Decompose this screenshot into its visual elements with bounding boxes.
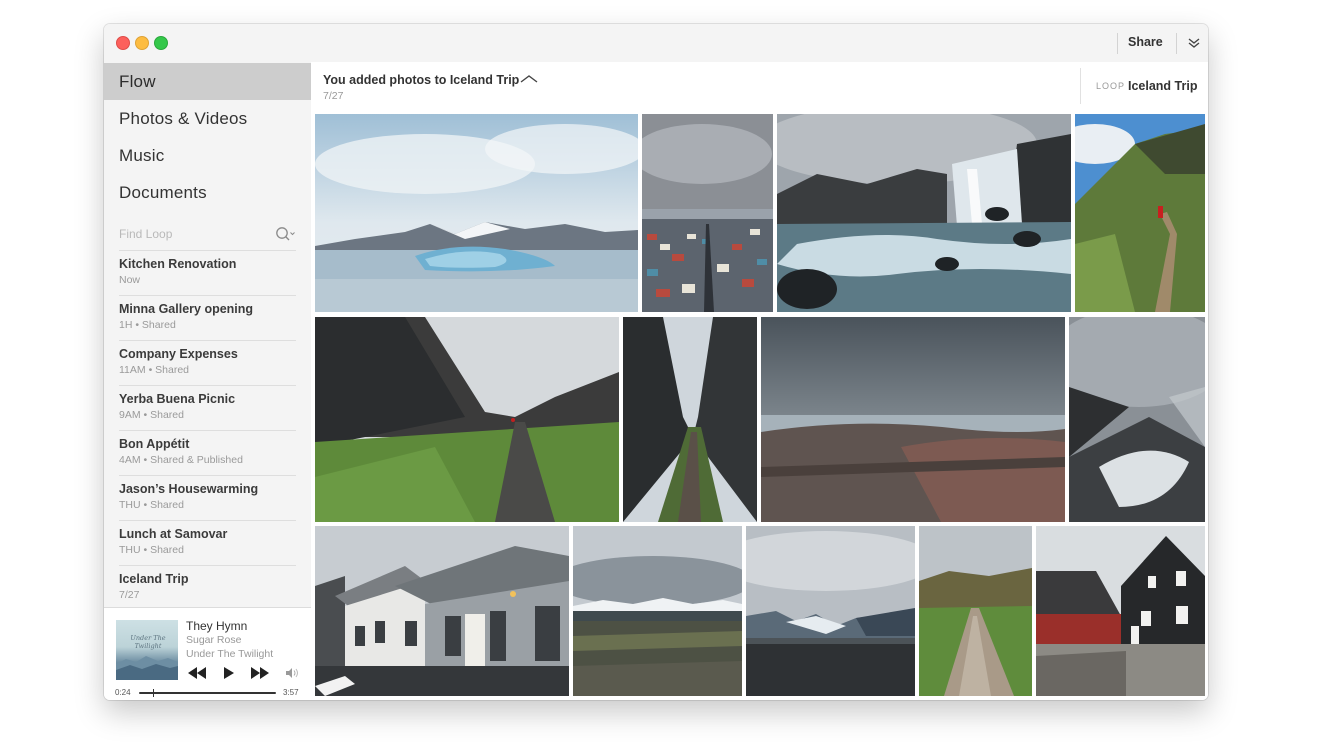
activity-title[interactable]: You added photos to Iceland Trip (323, 73, 519, 87)
loop-item-bon-appetit[interactable]: Bon Appétit 4AM • Shared & Published (119, 431, 296, 476)
window-controls (104, 24, 311, 62)
loop-title: Minna Gallery opening (119, 302, 254, 316)
loop-item-minna-gallery[interactable]: Minna Gallery opening 1H • Shared (119, 296, 296, 341)
loop-meta: 1H • Shared (119, 319, 176, 331)
loop-item-company-expenses[interactable]: Company Expenses 11AM • Shared (119, 341, 296, 386)
search-icon[interactable] (274, 225, 296, 243)
photo-stormy-coast[interactable] (761, 317, 1065, 522)
loop-meta: THU • Shared (119, 499, 184, 511)
play-icon[interactable] (222, 665, 236, 681)
photo-glacier-valley[interactable] (746, 526, 915, 696)
nav-item-documents[interactable]: Documents (104, 174, 311, 211)
nav-item-photos-videos[interactable]: Photos & Videos (104, 100, 311, 137)
loop-title: Kitchen Renovation (119, 257, 237, 271)
close-window-button[interactable] (116, 36, 130, 50)
loop-title: Lunch at Samovar (119, 527, 228, 541)
elapsed-time: 0:24 (115, 688, 131, 697)
photo-reykjavik-city[interactable] (642, 114, 773, 312)
photo-canyon-path[interactable] (315, 317, 619, 522)
photo-gravel-road[interactable] (919, 526, 1032, 696)
chevron-up-icon[interactable] (520, 74, 538, 84)
loop-meta: Now (119, 274, 141, 286)
loop-item-yerba-buena-picnic[interactable]: Yerba Buena Picnic 9AM • Shared (119, 386, 296, 431)
photo-mountain-plain[interactable] (573, 526, 742, 696)
loop-item-lunch-at-samovar[interactable]: Lunch at Samovar THU • Shared (119, 521, 296, 566)
photo-black-house[interactable] (1036, 526, 1205, 696)
total-duration: 3:57 (283, 688, 299, 697)
photo-hiker-trail[interactable] (1075, 114, 1205, 312)
photo-farm-buildings[interactable] (315, 526, 569, 696)
loop-title: Company Expenses (119, 347, 238, 361)
album-art[interactable]: Under The Twilight (116, 620, 178, 680)
toolbar-divider (1176, 33, 1177, 54)
photo-grid (311, 114, 1208, 700)
loop-link[interactable]: LOOP Iceland Trip (1080, 68, 1208, 104)
track-album: Under The Twilight (186, 648, 274, 660)
loop-item-jasons-housewarming[interactable]: Jason’s Housewarming THU • Shared (119, 476, 296, 521)
loop-item-kitchen-renovation[interactable]: Kitchen Renovation Now (119, 251, 296, 296)
toolbar: Share (311, 24, 1208, 63)
photo-misty-cliff[interactable] (1069, 317, 1205, 522)
photo-waterfall-river[interactable] (777, 114, 1071, 312)
loop-meta: 4AM • Shared & Published (119, 454, 243, 466)
loop-meta: 9AM • Shared (119, 409, 184, 421)
loop-title: Jason’s Housewarming (119, 482, 259, 496)
loop-name: Iceland Trip (1128, 79, 1198, 93)
loop-meta: THU • Shared (119, 544, 184, 556)
activity-date: 7/27 (323, 90, 344, 102)
loop-label: LOOP (1096, 81, 1126, 91)
double-chevron-down-icon[interactable] (1187, 36, 1201, 50)
album-art-text: Under The Twilight (130, 634, 166, 650)
app-window: Flow Photos & Videos Music Documents Kit… (104, 24, 1208, 700)
track-artist: Sugar Rose (186, 634, 242, 646)
fast-forward-icon[interactable] (250, 665, 270, 681)
photo-glacier-lagoon[interactable] (315, 114, 638, 312)
find-loop-search (119, 220, 296, 251)
volume-icon[interactable] (284, 665, 300, 681)
minimize-window-button[interactable] (135, 36, 149, 50)
loop-title: Yerba Buena Picnic (119, 392, 236, 406)
toolbar-divider (1117, 33, 1118, 54)
track-title: They Hymn (186, 619, 248, 633)
rewind-icon[interactable] (187, 665, 207, 681)
playback-scrubber[interactable] (152, 689, 155, 697)
find-loop-input[interactable] (119, 224, 264, 244)
nav-item-flow[interactable]: Flow (104, 63, 311, 100)
share-button[interactable]: Share (1128, 35, 1163, 49)
playback-progress-bar[interactable] (139, 689, 276, 697)
nav-item-music[interactable]: Music (104, 137, 311, 174)
loop-meta: 11AM • Shared (119, 364, 190, 376)
photo-rock-gorge[interactable] (623, 317, 757, 522)
loop-item-iceland-trip[interactable]: Iceland Trip 7/27 (119, 566, 296, 611)
flow-header: You added photos to Iceland Trip 7/27 LO… (311, 62, 1208, 114)
loop-title: Iceland Trip (119, 572, 189, 586)
zoom-window-button[interactable] (154, 36, 168, 50)
loop-meta: 7/27 (119, 589, 140, 601)
music-player: Under The Twilight They Hymn Sugar Rose … (104, 607, 311, 700)
loop-title: Bon Appétit (119, 437, 190, 451)
sidebar: Flow Photos & Videos Music Documents Kit… (104, 24, 312, 700)
